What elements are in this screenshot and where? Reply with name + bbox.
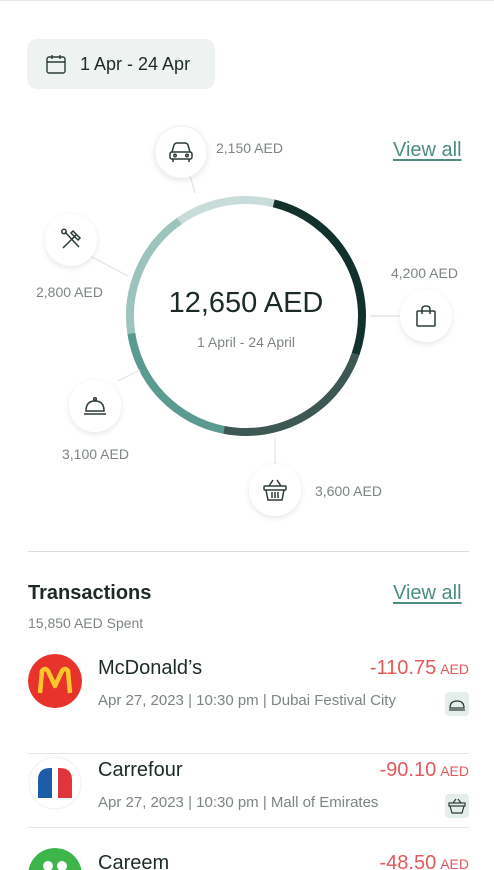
category-amount: 2,800 AED	[36, 284, 103, 300]
mcdonalds-logo	[28, 654, 82, 708]
category-basket[interactable]: 3,600 AED	[249, 464, 382, 516]
category-shopping[interactable]: 4,200 AED	[391, 265, 458, 342]
merchant-name: Careem	[98, 852, 170, 870]
date-range-chip[interactable]: 1 Apr - 24 Apr	[27, 39, 215, 89]
category-food[interactable]: 3,100 AED	[62, 380, 129, 462]
section-divider	[28, 551, 469, 552]
transaction-row[interactable]: Carrefour Apr 27, 2023 | 10:30 pm | Mall…	[28, 756, 469, 828]
merchant-name: McDonald’s	[98, 657, 203, 679]
row-separator	[28, 753, 469, 754]
category-amount: 3,600 AED	[315, 483, 382, 499]
transaction-meta: Apr 27, 2023 | 10:30 pm | Dubai Festival…	[98, 692, 396, 709]
row-separator	[28, 827, 469, 828]
transaction-amount: -90.10 AED	[379, 759, 469, 781]
transaction-amount: -48.50 AED	[379, 852, 469, 870]
category-amount: 2,150 AED	[216, 140, 283, 156]
donut-segment-shopping-bag	[272, 199, 366, 356]
category-amount: 4,200 AED	[391, 265, 458, 281]
basket-icon	[445, 794, 469, 818]
merchant-name: Carrefour	[98, 759, 183, 781]
top-border	[0, 0, 494, 1]
transaction-row[interactable]: Careem -48.50 AED	[28, 848, 469, 870]
carrefour-logo	[28, 756, 82, 810]
transactions-title: Transactions	[28, 582, 152, 604]
date-range-label: 1 Apr - 24 Apr	[80, 53, 191, 74]
total-amount: 12,650 AED	[169, 287, 324, 319]
transaction-row[interactable]: McDonald’s Apr 27, 2023 | 10:30 pm | Dub…	[28, 654, 469, 754]
category-amount: 3,100 AED	[62, 446, 129, 462]
donut-segment-basket	[223, 352, 360, 436]
transactions-spent-total: 15,850 AED Spent	[28, 615, 144, 631]
transaction-amount: -110.75 AED	[369, 657, 469, 679]
transaction-meta: Apr 27, 2023 | 10:30 pm | Mall of Emirat…	[98, 794, 379, 811]
careem-logo	[28, 848, 82, 870]
spending-donut-chart: 12,650 AED 1 April - 24 April 2,150 AED …	[36, 125, 458, 516]
food-cloche-icon	[445, 692, 469, 716]
total-period: 1 April - 24 April	[197, 334, 295, 350]
transactions-view-all-link[interactable]: View all	[393, 582, 462, 605]
category-car[interactable]: 2,150 AED	[154, 125, 283, 179]
donut-segment-car	[177, 196, 275, 225]
calendar-icon	[46, 55, 66, 74]
